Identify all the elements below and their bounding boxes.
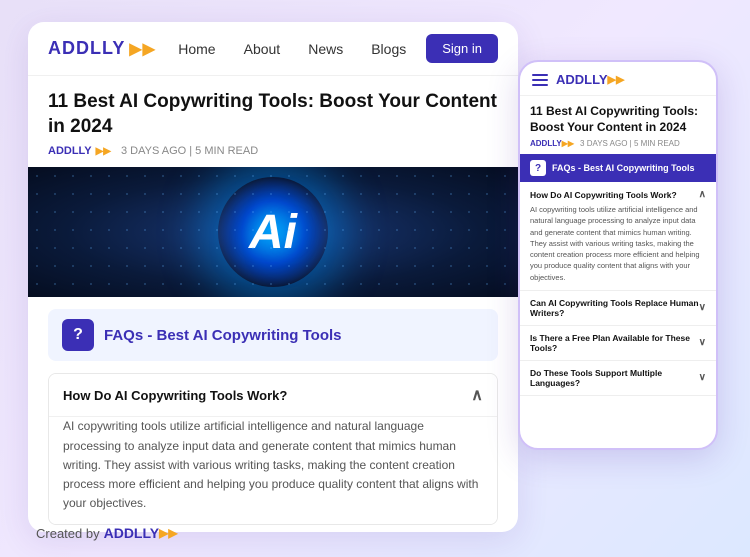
mobile-logo-arrow-icon: ▶▶ bbox=[608, 73, 625, 86]
mobile-faq-icon: ? bbox=[530, 160, 546, 176]
faq-item-1: How Do AI Copywriting Tools Work? ∧ AI c… bbox=[48, 373, 498, 525]
mobile-article-meta: ADDLLY ▶▶ 3 DAYS AGO | 5 MIN READ bbox=[520, 139, 716, 154]
mobile-faq-q2-text: Can AI Copywriting Tools Replace Human W… bbox=[530, 298, 699, 318]
mobile-faq-q4-text: Do These Tools Support Multiple Language… bbox=[530, 368, 699, 388]
main-article-card: ADDLLY ▶▶ Home About News Blogs Sign in … bbox=[28, 22, 518, 532]
nav-blogs[interactable]: Blogs bbox=[371, 41, 406, 57]
author-logo-arrow: ▶▶ bbox=[96, 146, 111, 157]
mobile-author-arrow: ▶▶ bbox=[562, 139, 574, 148]
hero-image: Ai bbox=[28, 167, 518, 297]
logo-text: ADDLLY bbox=[48, 38, 125, 59]
faq-section: ? FAQs - Best AI Copywriting Tools How D… bbox=[28, 297, 518, 532]
mobile-faq-question-4[interactable]: Do These Tools Support Multiple Language… bbox=[530, 368, 706, 388]
footer-created-by: Created by bbox=[36, 526, 100, 541]
article-title: 11 Best AI Copywriting Tools: Boost Your… bbox=[28, 76, 518, 145]
faq-header: ? FAQs - Best AI Copywriting Tools bbox=[48, 309, 498, 361]
logo-arrow-icon: ▶▶ bbox=[129, 39, 156, 59]
faq-question-1-text: How Do AI Copywriting Tools Work? bbox=[63, 388, 287, 403]
mobile-faq-item-1: How Do AI Copywriting Tools Work? ∧ AI c… bbox=[520, 182, 716, 291]
faq-question-1[interactable]: How Do AI Copywriting Tools Work? ∧ bbox=[49, 374, 497, 417]
nav-about[interactable]: About bbox=[244, 41, 281, 57]
mobile-faq-item-3: Is There a Free Plan Available for These… bbox=[520, 326, 716, 361]
logo[interactable]: ADDLLY ▶▶ bbox=[48, 38, 156, 59]
footer: Created by ADDLLY ▶▶ bbox=[36, 525, 178, 541]
navbar: ADDLLY ▶▶ Home About News Blogs Sign in bbox=[28, 22, 518, 76]
hamburger-menu[interactable] bbox=[532, 74, 548, 86]
mobile-logo[interactable]: ADDLLY ▶▶ bbox=[556, 72, 624, 87]
article-meta-info: 3 DAYS AGO | 5 MIN READ bbox=[121, 145, 258, 157]
mobile-faq-question-2[interactable]: Can AI Copywriting Tools Replace Human W… bbox=[530, 298, 706, 318]
mobile-logo-text: ADDLLY bbox=[556, 72, 608, 87]
author-logo: ADDLLY ▶▶ bbox=[48, 145, 111, 157]
mobile-faq-question-3[interactable]: Is There a Free Plan Available for These… bbox=[530, 333, 706, 353]
mobile-faq-chevron-3-icon: ∨ bbox=[699, 337, 706, 348]
nav-home[interactable]: Home bbox=[178, 41, 215, 57]
faq-icon: ? bbox=[62, 319, 94, 351]
mobile-card: ADDLLY ▶▶ 11 Best AI Copywriting Tools: … bbox=[518, 60, 718, 450]
mobile-faq-chevron-4-icon: ∨ bbox=[699, 372, 706, 383]
mobile-author-text: ADDLLY bbox=[530, 139, 562, 148]
mobile-author-logo: ADDLLY ▶▶ bbox=[530, 139, 574, 148]
mobile-faq-item-4: Do These Tools Support Multiple Language… bbox=[520, 361, 716, 396]
mobile-meta-info: 3 DAYS AGO | 5 MIN READ bbox=[580, 139, 680, 148]
footer-brand-text: ADDLLY bbox=[104, 525, 160, 541]
article-meta: ADDLLY ▶▶ 3 DAYS AGO | 5 MIN READ bbox=[28, 145, 518, 167]
nav-links: Home About News Blogs bbox=[178, 41, 406, 57]
mobile-faq-header-title: FAQs - Best AI Copywriting Tools bbox=[552, 163, 695, 173]
mobile-faq-q3-text: Is There a Free Plan Available for These… bbox=[530, 333, 699, 353]
mobile-faq-q1-text: How Do AI Copywriting Tools Work? bbox=[530, 190, 677, 200]
footer-brand-arrow-icon: ▶▶ bbox=[159, 526, 177, 540]
mobile-faq-chevron-1-icon: ∧ bbox=[699, 189, 706, 200]
mobile-faq-header: ? FAQs - Best AI Copywriting Tools bbox=[520, 154, 716, 182]
footer-brand: ADDLLY ▶▶ bbox=[104, 525, 178, 541]
nav-news[interactable]: News bbox=[308, 41, 343, 57]
hero-dots bbox=[28, 167, 518, 297]
author-logo-text: ADDLLY bbox=[48, 145, 92, 157]
mobile-navbar: ADDLLY ▶▶ bbox=[520, 62, 716, 96]
mobile-faq-chevron-2-icon: ∨ bbox=[699, 302, 706, 313]
mobile-faq-answer-1: AI copywriting tools utilize artificial … bbox=[530, 204, 706, 283]
mobile-article-title: 11 Best AI Copywriting Tools: Boost Your… bbox=[520, 96, 716, 139]
signin-button[interactable]: Sign in bbox=[426, 34, 498, 63]
faq-answer-1: AI copywriting tools utilize artificial … bbox=[49, 417, 497, 524]
faq-header-title: FAQs - Best AI Copywriting Tools bbox=[104, 327, 342, 344]
mobile-faq-question-1[interactable]: How Do AI Copywriting Tools Work? ∧ bbox=[530, 189, 706, 200]
mobile-faq-item-2: Can AI Copywriting Tools Replace Human W… bbox=[520, 291, 716, 326]
faq-chevron-1-icon: ∧ bbox=[471, 385, 483, 405]
